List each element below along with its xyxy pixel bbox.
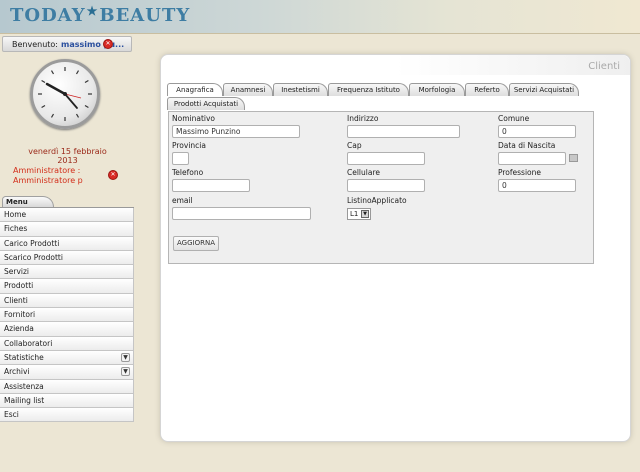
clock-face-icon [38, 67, 92, 121]
telefono-field[interactable] [172, 179, 250, 192]
menu-item-mailing-list[interactable]: Mailing list [0, 393, 134, 409]
cap-label: Cap [347, 141, 362, 150]
clienti-panel: Clienti Anagrafica Anamnesi Inestetismi … [160, 54, 631, 442]
tab-prodotti-acquistati[interactable]: Prodotti Acquistati [167, 97, 245, 110]
indirizzo-field[interactable] [347, 125, 460, 138]
tab-strip: Anagrafica Anamnesi Inestetismi Frequenz… [167, 83, 591, 113]
menu-item-carico-prodotti[interactable]: Carico Prodotti [0, 236, 134, 251]
admin-close-icon[interactable]: ✕ [108, 170, 118, 180]
email-label: email [172, 196, 193, 205]
menu-item-scarico-prodotti[interactable]: Scarico Prodotti [0, 250, 134, 266]
app-header: TODAY★BEAUTY [0, 0, 640, 34]
chevron-down-icon[interactable]: ▼ [121, 367, 130, 377]
menu-item-clienti[interactable]: Clienti [0, 293, 134, 309]
aggiorna-button[interactable]: AGGIORNA [173, 236, 219, 251]
app-logo: TODAY★BEAUTY [10, 4, 191, 26]
dropdown-arrow-icon[interactable]: ▼ [361, 210, 369, 218]
cap-field[interactable] [347, 152, 425, 165]
listino-select[interactable]: L1 ▼ [347, 208, 371, 220]
comune-label: Comune [498, 114, 530, 123]
panel-title: Clienti [588, 61, 620, 72]
data-nascita-field[interactable] [498, 152, 566, 165]
tab-inestetismi[interactable]: Inestetismi [273, 83, 328, 96]
menu-item-servizi[interactable]: Servizi [0, 265, 134, 280]
admin-role: Amministratore : Amministratore p [13, 166, 83, 185]
menu-item-statistiche[interactable]: Statistiche ▼ [0, 350, 134, 366]
anagrafica-form: Nominativo Massimo Punzino Indirizzo Com… [168, 111, 594, 264]
nominativo-label: Nominativo [172, 114, 215, 123]
comune-field[interactable]: 0 [498, 125, 576, 138]
data-nascita-label: Data di Nascita [498, 141, 556, 150]
tab-morfologia[interactable]: Morfologia [409, 83, 465, 96]
tab-referto[interactable]: Referto [465, 83, 509, 96]
chevron-down-icon[interactable]: ▼ [121, 352, 130, 362]
provincia-label: Provincia [172, 141, 206, 150]
logout-icon[interactable]: ✕ [103, 39, 113, 49]
indirizzo-label: Indirizzo [347, 114, 379, 123]
menu-item-home[interactable]: Home [0, 208, 134, 223]
analog-clock [30, 59, 100, 129]
welcome-label: Benvenuto: [12, 39, 59, 49]
professione-label: Professione [498, 168, 542, 177]
menu-item-archivi[interactable]: Archivi ▼ [0, 365, 134, 380]
nominativo-field[interactable]: Massimo Punzino [172, 125, 300, 138]
menu-item-azienda[interactable]: Azienda [0, 322, 134, 337]
tab-anamnesi[interactable]: Anamnesi [223, 83, 273, 96]
menu-item-fiches[interactable]: Fiches [0, 222, 134, 237]
telefono-label: Telefono [172, 168, 204, 177]
tab-anagrafica[interactable]: Anagrafica [167, 83, 223, 96]
tab-servizi-acquistati[interactable]: Servizi Acquistati [509, 83, 579, 96]
sidebar-menu: Home Fiches Carico Prodotti Scarico Prod… [0, 207, 134, 423]
professione-field[interactable]: 0 [498, 179, 576, 192]
menu-item-collaboratori[interactable]: Collaboratori [0, 336, 134, 351]
tab-frequenza-istituto[interactable]: Frequenza Istituto [328, 83, 409, 96]
cellulare-field[interactable] [347, 179, 425, 192]
current-date: venerdì 15 febbraio 2013 [28, 147, 107, 165]
current-user[interactable]: massimo pu... [61, 40, 124, 49]
calendar-icon[interactable] [569, 154, 578, 162]
star-icon: ★ [86, 4, 99, 18]
menu-item-assistenza[interactable]: Assistenza [0, 379, 134, 394]
menu-item-fornitori[interactable]: Fornitori [0, 308, 134, 323]
email-field[interactable] [172, 207, 311, 220]
cellulare-label: Cellulare [347, 168, 380, 177]
listino-label: ListinoApplicato [347, 196, 407, 205]
welcome-bar: Benvenuto: massimo pu... ✕ [2, 36, 132, 52]
menu-tab: Menu [2, 196, 54, 207]
menu-item-prodotti[interactable]: Prodotti [0, 279, 134, 294]
panel-titlebar [161, 55, 630, 75]
menu-item-esci[interactable]: Esci [0, 408, 134, 423]
provincia-field[interactable] [172, 152, 189, 165]
